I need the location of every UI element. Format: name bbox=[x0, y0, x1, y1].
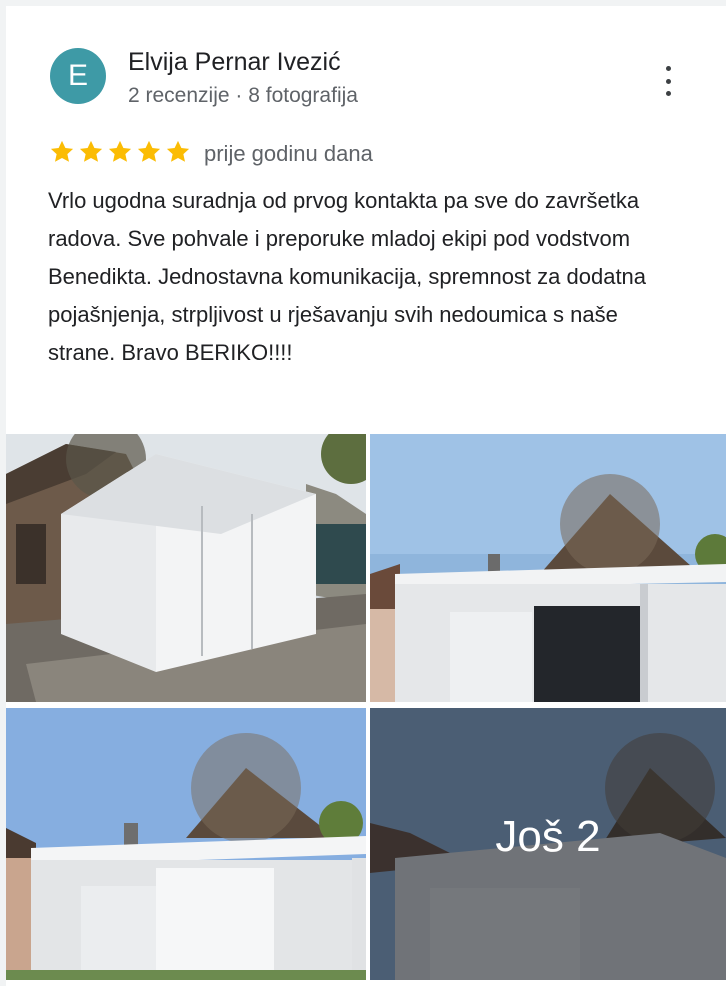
review-text: Vrlo ugodna suradnja od prvog kontakta p… bbox=[48, 188, 647, 365]
review-photo[interactable] bbox=[6, 434, 366, 702]
review-photo[interactable] bbox=[370, 434, 726, 702]
reviewer-meta: 2 recenzije · 8 fotografija bbox=[128, 84, 358, 107]
reviewer-name[interactable]: Elvija Pernar Ivezić bbox=[128, 48, 341, 77]
review-photo[interactable] bbox=[6, 708, 366, 980]
photo-grid: Još 2 bbox=[6, 434, 726, 980]
star-icon bbox=[50, 140, 74, 162]
more-vert-icon[interactable] bbox=[658, 66, 678, 96]
star-icon bbox=[137, 140, 161, 162]
review-time: prije godinu dana bbox=[204, 141, 373, 166]
star-icon bbox=[166, 140, 190, 162]
star-rating bbox=[48, 138, 192, 166]
star-icon bbox=[79, 140, 103, 162]
more-photos-tile[interactable]: Još 2 bbox=[370, 708, 726, 980]
star-icon bbox=[108, 140, 132, 162]
avatar[interactable]: E bbox=[50, 48, 106, 104]
review-card: E Elvija Pernar Ivezić 2 recenzije · 8 f… bbox=[6, 6, 726, 986]
more-photos-label: Još 2 bbox=[495, 812, 601, 861]
